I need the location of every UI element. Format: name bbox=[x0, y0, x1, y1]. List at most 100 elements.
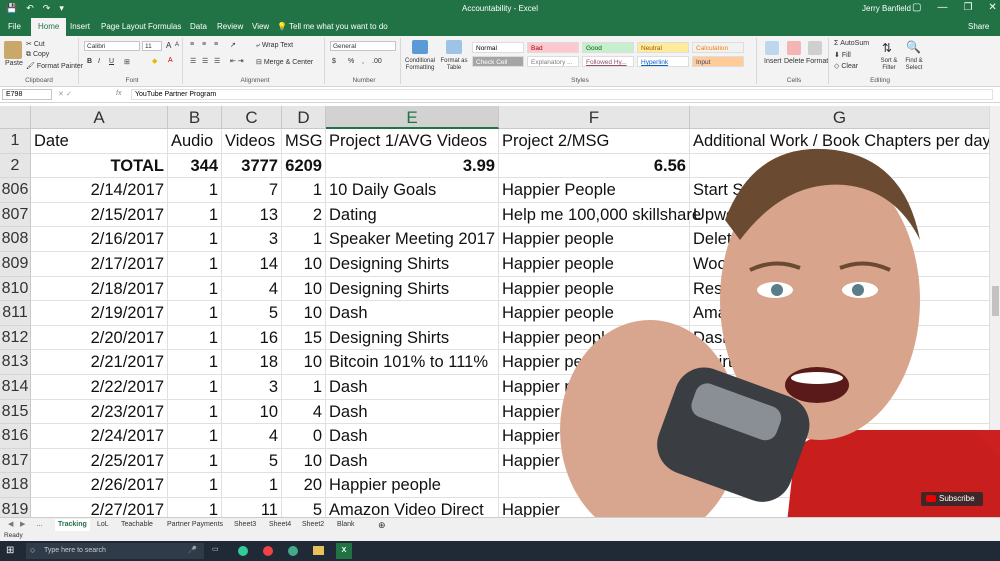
row-header[interactable]: 810 bbox=[0, 276, 31, 302]
cell-style-calculation[interactable]: Calculation bbox=[692, 42, 744, 53]
date-cell[interactable]: 2/21/2017 bbox=[31, 350, 168, 375]
underline-button[interactable]: U bbox=[109, 58, 114, 65]
cut-button[interactable]: ✂ Cut bbox=[26, 40, 45, 48]
date-cell[interactable]: 2/26/2017 bbox=[31, 473, 168, 498]
column-header-c[interactable]: C bbox=[222, 106, 282, 129]
videos-cell[interactable]: 3 bbox=[222, 375, 282, 400]
column-header-b[interactable]: B bbox=[168, 106, 222, 129]
msg-cell[interactable]: 1 bbox=[282, 227, 326, 252]
fill-color-icon[interactable]: ◆ bbox=[152, 57, 157, 65]
msg-cell[interactable]: 10 bbox=[282, 252, 326, 277]
date-cell[interactable]: 2/18/2017 bbox=[31, 276, 168, 302]
total-label-cell[interactable]: TOTAL bbox=[31, 153, 168, 179]
sheet-tab-sheet2[interactable]: Sheet2 bbox=[302, 519, 324, 531]
tell-me-search[interactable]: Tell me what you want to do bbox=[289, 22, 388, 31]
audio-cell[interactable]: 1 bbox=[168, 375, 222, 400]
total-audio-cell[interactable]: 344 bbox=[168, 153, 222, 179]
column-header-g[interactable]: G bbox=[690, 106, 990, 129]
grow-font-button[interactable]: A bbox=[166, 41, 171, 50]
name-box[interactable]: E798 bbox=[2, 89, 52, 100]
enter-icon[interactable]: ✓ bbox=[66, 90, 72, 98]
audio-cell[interactable]: 1 bbox=[168, 448, 222, 474]
audio-cell[interactable]: 1 bbox=[168, 301, 222, 326]
videos-cell[interactable]: 7 bbox=[222, 178, 282, 203]
date-cell[interactable]: 2/15/2017 bbox=[31, 202, 168, 228]
sheet-tab-partner-payments[interactable]: Partner Payments bbox=[167, 519, 223, 531]
project1-cell[interactable]: Dash bbox=[326, 399, 499, 425]
select-all-corner[interactable] bbox=[0, 106, 31, 129]
comma-button[interactable]: , bbox=[362, 58, 364, 65]
audio-cell[interactable]: 1 bbox=[168, 350, 222, 375]
project1-cell[interactable]: Dash bbox=[326, 301, 499, 326]
fill-button[interactable]: ⬇ Fill bbox=[834, 51, 851, 59]
tab-view[interactable]: View bbox=[252, 22, 269, 31]
row-header[interactable]: 806 bbox=[0, 178, 31, 203]
date-cell[interactable]: 2/19/2017 bbox=[31, 301, 168, 326]
minimize-icon[interactable]: — bbox=[937, 2, 947, 13]
videos-cell[interactable]: 3 bbox=[222, 227, 282, 252]
msg-cell[interactable]: 0 bbox=[282, 424, 326, 449]
cell-style-normal[interactable]: Normal bbox=[472, 42, 524, 53]
conditional-formatting-icon[interactable] bbox=[412, 40, 428, 54]
project1-cell[interactable]: Designing Shirts bbox=[326, 325, 499, 351]
msg-cell[interactable]: 10 bbox=[282, 448, 326, 474]
row-header[interactable]: 818 bbox=[0, 473, 31, 498]
date-cell[interactable]: 2/22/2017 bbox=[31, 375, 168, 400]
msg-cell[interactable]: 10 bbox=[282, 301, 326, 326]
row-header[interactable]: 815 bbox=[0, 399, 31, 425]
copy-button[interactable]: ⧉ Copy bbox=[26, 51, 49, 59]
cell-style-good[interactable]: Good bbox=[582, 42, 634, 53]
msg-cell[interactable]: 1 bbox=[282, 375, 326, 400]
header-cell[interactable]: Project 1/AVG Videos bbox=[326, 129, 499, 154]
videos-cell[interactable]: 10 bbox=[222, 399, 282, 425]
format-cells-icon[interactable] bbox=[808, 41, 822, 55]
close-icon[interactable]: ✕ bbox=[988, 2, 996, 13]
videos-cell[interactable]: 1 bbox=[222, 473, 282, 498]
header-cell[interactable]: Audio bbox=[168, 129, 222, 154]
cell-style-input[interactable]: Input bbox=[692, 56, 744, 67]
tab-data[interactable]: Data bbox=[190, 22, 207, 31]
formula-input[interactable]: YouTube Partner Program bbox=[131, 89, 993, 100]
date-cell[interactable]: 2/20/2017 bbox=[31, 325, 168, 351]
date-cell[interactable]: 2/23/2017 bbox=[31, 399, 168, 425]
excel-taskbar-icon[interactable]: X bbox=[336, 543, 352, 559]
align-center-icon[interactable]: ☰ bbox=[202, 57, 208, 65]
file-explorer-icon[interactable] bbox=[313, 546, 324, 555]
number-format-select[interactable]: General bbox=[330, 41, 396, 51]
percent-button[interactable]: % bbox=[348, 58, 354, 65]
sheet-tab-lol[interactable]: LoL bbox=[97, 519, 109, 531]
date-cell[interactable]: 2/24/2017 bbox=[31, 424, 168, 449]
paste-icon[interactable] bbox=[4, 41, 22, 59]
microphone-icon[interactable]: 🎤 bbox=[188, 546, 197, 554]
videos-cell[interactable]: 16 bbox=[222, 325, 282, 351]
project1-cell[interactable]: Dating bbox=[326, 202, 499, 228]
msg-cell[interactable]: 15 bbox=[282, 325, 326, 351]
total-videos-cell[interactable]: 3777 bbox=[222, 153, 282, 179]
msg-cell[interactable]: 1 bbox=[282, 178, 326, 203]
row-header[interactable]: 816 bbox=[0, 424, 31, 449]
decimal-icon[interactable]: .00 bbox=[372, 58, 382, 65]
column-header-f[interactable]: F bbox=[499, 106, 690, 129]
row-header[interactable]: 817 bbox=[0, 448, 31, 474]
restore-icon[interactable]: ❐ bbox=[963, 2, 972, 13]
videos-cell[interactable]: 18 bbox=[222, 350, 282, 375]
format-as-table-button[interactable]: Format as Table bbox=[438, 58, 470, 72]
clear-button[interactable]: ◇ Clear bbox=[834, 62, 858, 70]
total-msg-cell[interactable]: 6209 bbox=[282, 153, 326, 179]
tab-insert[interactable]: Insert bbox=[70, 22, 90, 31]
date-cell[interactable]: 2/25/2017 bbox=[31, 448, 168, 474]
format-painter-button[interactable]: 🖌 Format Painter bbox=[26, 62, 83, 70]
row-header[interactable]: 812 bbox=[0, 325, 31, 351]
cell-style-neutral[interactable]: Neutral bbox=[637, 42, 689, 53]
msg-cell[interactable]: 20 bbox=[282, 473, 326, 498]
borders-icon[interactable]: ⊞ bbox=[124, 58, 130, 66]
project1-cell[interactable]: Designing Shirts bbox=[326, 276, 499, 302]
subscribe-button[interactable]: Subscribe bbox=[921, 492, 983, 506]
share-button[interactable]: Share bbox=[968, 22, 989, 31]
audio-cell[interactable]: 1 bbox=[168, 325, 222, 351]
align-left-icon[interactable]: ☰ bbox=[190, 57, 196, 65]
videos-cell[interactable]: 14 bbox=[222, 252, 282, 277]
autosum-button[interactable]: Σ AutoSum bbox=[834, 40, 869, 47]
align-right-icon[interactable]: ☰ bbox=[214, 57, 220, 65]
cell-style-explanatory[interactable]: Explanatory ... bbox=[527, 56, 579, 67]
